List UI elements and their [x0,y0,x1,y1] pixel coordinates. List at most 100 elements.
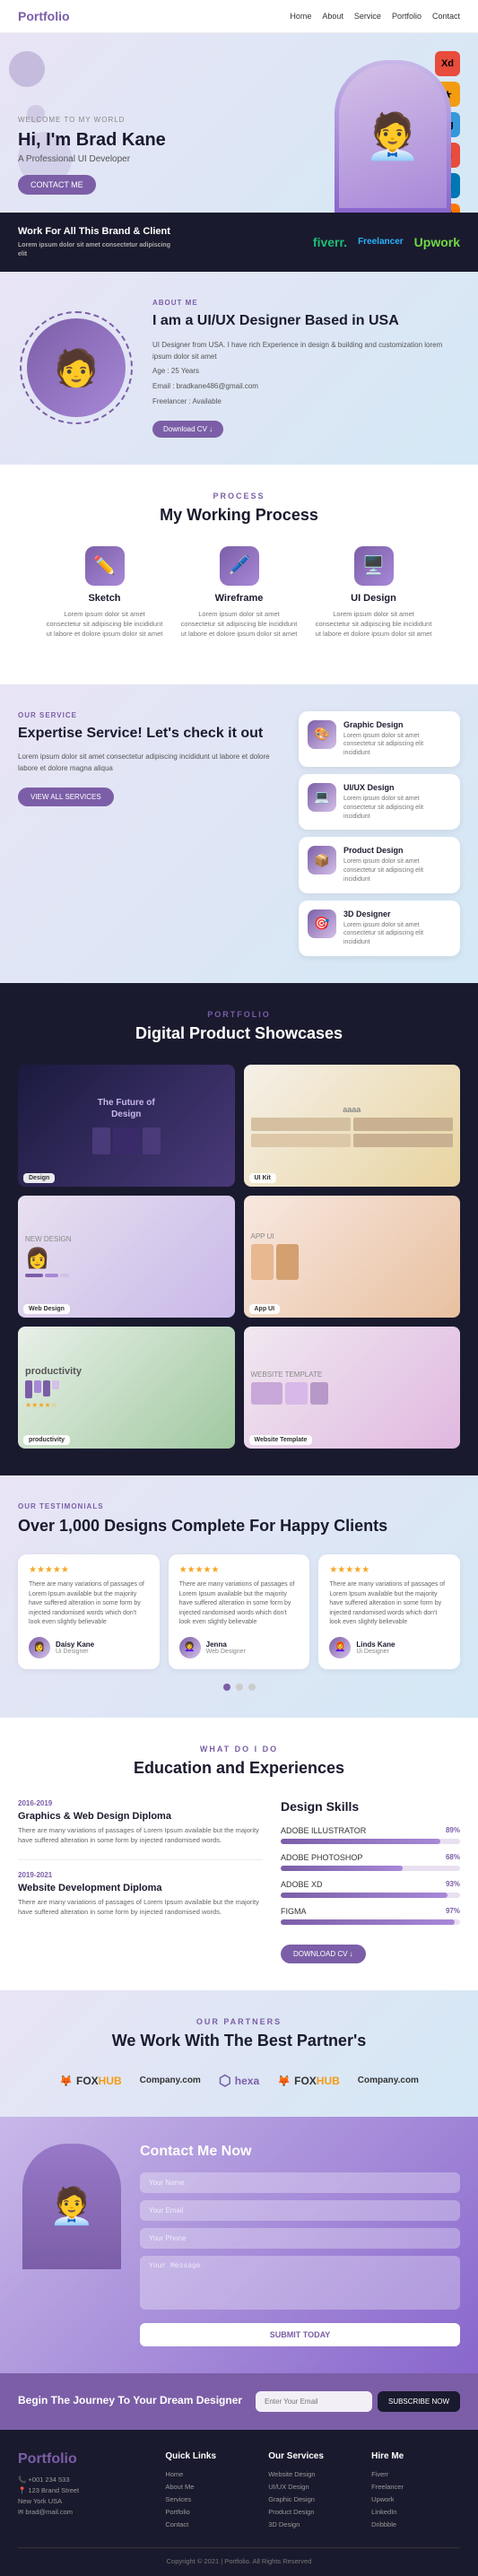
footer-link-services[interactable]: Services [165,2495,254,2503]
hero-name: Hi, I'm Brad Kane [18,129,335,151]
nav-link-service[interactable]: Service [354,12,381,21]
product-design-icon: 📦 [308,846,336,875]
contact-title: Contact Me Now [140,2144,460,2160]
skill-xd-pct: 93% [446,1880,460,1889]
edu-divider [18,1859,263,1860]
nav-link-about[interactable]: About [322,12,343,21]
portfolio-content-5: productivity ★★★★☆ [18,1359,235,1416]
about-download-btn[interactable]: Download CV ↓ [152,421,223,438]
footer-service-3d[interactable]: 3D Design [268,2520,357,2528]
uiux-design-name: UI/UX Design [343,783,451,792]
hexa-text: hexa [235,2075,259,2087]
nav-link-contact[interactable]: Contact [432,12,460,21]
productivity-bars [25,1380,228,1398]
portfolio-item-4[interactable]: APP UI App UI [244,1196,461,1318]
footer-service-graphic[interactable]: Graphic Design [268,2495,357,2503]
service-card-3d: 🎯 3D Designer Lorem ipsum dolor sit amet… [299,901,460,956]
footer-link-home[interactable]: Home [165,2470,254,2478]
about-detail-email: Email : bradkane486@gmail.com [152,381,460,393]
process-step-sketch: ✏️ Sketch Lorem ipsum dolor sit amet con… [47,546,163,640]
footer-hire-upwork[interactable]: Upwork [371,2495,460,2503]
grid-item-c [251,1134,351,1147]
testimonials-label: OUR TESTIMONIALS [18,1502,460,1510]
newsletter-subscribe-button[interactable]: SUBSCRIBE NOW [378,2391,460,2412]
footer-link-portfolio[interactable]: Portfolio [165,2508,254,2516]
brand-bar-sub: Lorem ipsum dolor sit amet consectetur a… [18,241,179,259]
footer-hire-dribbble[interactable]: Dribbble [371,2520,460,2528]
skill-xd-name: ADOBE XD 93% [281,1880,460,1889]
footer: Portfolio 📞 +001 234 533 📍 123 Brand Str… [0,2430,478,2576]
footer-service-uiux[interactable]: UI/UX Design [268,2483,357,2491]
contact-message-input[interactable] [140,2256,460,2310]
edu-desc-2: There are many variations of passages of… [18,1897,263,1918]
testimonials-section: OUR TESTIMONIALS Over 1,000 Designs Comp… [0,1475,478,1718]
newsletter-section: Begin The Journey To Your Dream Designer… [0,2373,478,2430]
skill-photoshop-pct: 68% [446,1853,460,1862]
mock-a [92,1127,110,1154]
bar-1 [25,1380,32,1398]
footer-divider [18,2547,460,2548]
contact-submit-button[interactable]: SUBMIT TODAY [140,2323,460,2346]
wireframe-desc: Lorem ipsum dolor sit amet consectetur s… [181,609,298,640]
footer-link-about[interactable]: About Me [165,2483,254,2491]
portfolio-item-1[interactable]: The Future ofDesign Design [18,1065,235,1187]
dot-2[interactable] [236,1684,243,1691]
contact-email-input[interactable] [140,2200,460,2221]
portfolio-img-6: WEBSITE TEMPLATE Website Template [244,1327,461,1449]
footer-service-web[interactable]: Website Design [268,2470,357,2478]
foxhub-text-1: FOXHUB [76,2075,122,2087]
dot-3[interactable] [248,1684,256,1691]
nav-link-home[interactable]: Home [290,12,311,21]
productivity-label: productivity [25,1366,228,1377]
portfolio-item-5[interactable]: productivity ★★★★☆ productivity [18,1327,235,1449]
skill-illustrator-name: ADOBE ILLUSTRATOR 89% [281,1826,460,1835]
contact-name-input[interactable] [140,2172,460,2193]
footer-hire-fiverr[interactable]: Fiverr [371,2470,460,2478]
author-name-1: Daisy Kane [56,1640,94,1649]
skill-illustrator-pct: 89% [446,1826,460,1835]
portfolio-text-1: The Future ofDesign [92,1097,161,1120]
education-content: 2016-2019 Graphics & Web Design Diploma … [18,1799,460,1963]
services-desc: Lorem ipsum dolor sit amet consectetur a… [18,752,284,775]
portfolio-item-2[interactable]: aaaa UI Kit [244,1065,461,1187]
3d-designer-desc: Lorem ipsum dolor sit amet consectetur s… [343,921,451,947]
brand-logos: fiverr. Freelancer Upwork [313,235,460,249]
footer-hire-freelancer[interactable]: Freelancer [371,2483,460,2491]
portfolio-item-6[interactable]: WEBSITE TEMPLATE Website Template [244,1327,461,1449]
website-template-screens [251,1382,454,1405]
author-name-2: Jenna [206,1640,246,1649]
edu-title-2: Website Development Diploma [18,1883,263,1893]
contact-phone-input[interactable] [140,2228,460,2249]
footer-hire-linkedin[interactable]: LinkedIn [371,2508,460,2516]
portfolio-app-label: APP UI [251,1232,454,1240]
nav-link-portfolio[interactable]: Portfolio [392,12,422,21]
newsletter-email-input[interactable] [256,2391,372,2412]
portfolio-label-6: Website Template [249,1435,313,1445]
hero-cta-button[interactable]: CONTACT ME [18,175,96,195]
author-avatar-3: 👩‍🦰 [329,1637,351,1658]
pagination-dots [18,1684,460,1691]
edu-desc-1: There are many variations of passages of… [18,1825,263,1846]
hero-welcome: WELCOME TO MY WORLD [18,116,335,124]
nav-logo[interactable]: Portfolio [18,9,70,23]
uiux-design-info: UI/UX Design Lorem ipsum dolor sit amet … [343,783,451,821]
dot-1[interactable] [223,1684,230,1691]
footer-link-contact[interactable]: Contact [165,2520,254,2528]
about-label: ABOUT ME [152,299,460,307]
product-design-desc: Lorem ipsum dolor sit amet consectetur s… [343,857,451,883]
portfolio-item-3[interactable]: NEW DESIGN 👩 Web Design [18,1196,235,1318]
edu-download-btn[interactable]: DOWNLOAD CV ↓ [281,1945,366,1963]
education-title: Education and Experiences [18,1759,460,1778]
testimonial-author-1: 👩 Daisy Kane Ui Designer [29,1637,149,1658]
footer-service-product[interactable]: Product Design [268,2508,357,2516]
nav-links: Home About Service Portfolio Contact [290,12,460,21]
process-steps: ✏️ Sketch Lorem ipsum dolor sit amet con… [18,546,460,640]
edu-date-1: 2016-2019 [18,1799,263,1807]
grid-item-b [353,1118,453,1131]
portfolio-label-2: UI Kit [249,1173,276,1183]
hero-person-figure: 🧑‍💼 [339,65,447,208]
services-cards: 🎨 Graphic Design Lorem ipsum dolor sit a… [299,711,460,957]
portfolio-title: Digital Product Showcases [18,1024,460,1043]
process-label: PROCESS [18,492,460,500]
services-view-btn[interactable]: VIEW ALL SERVICES [18,788,114,806]
